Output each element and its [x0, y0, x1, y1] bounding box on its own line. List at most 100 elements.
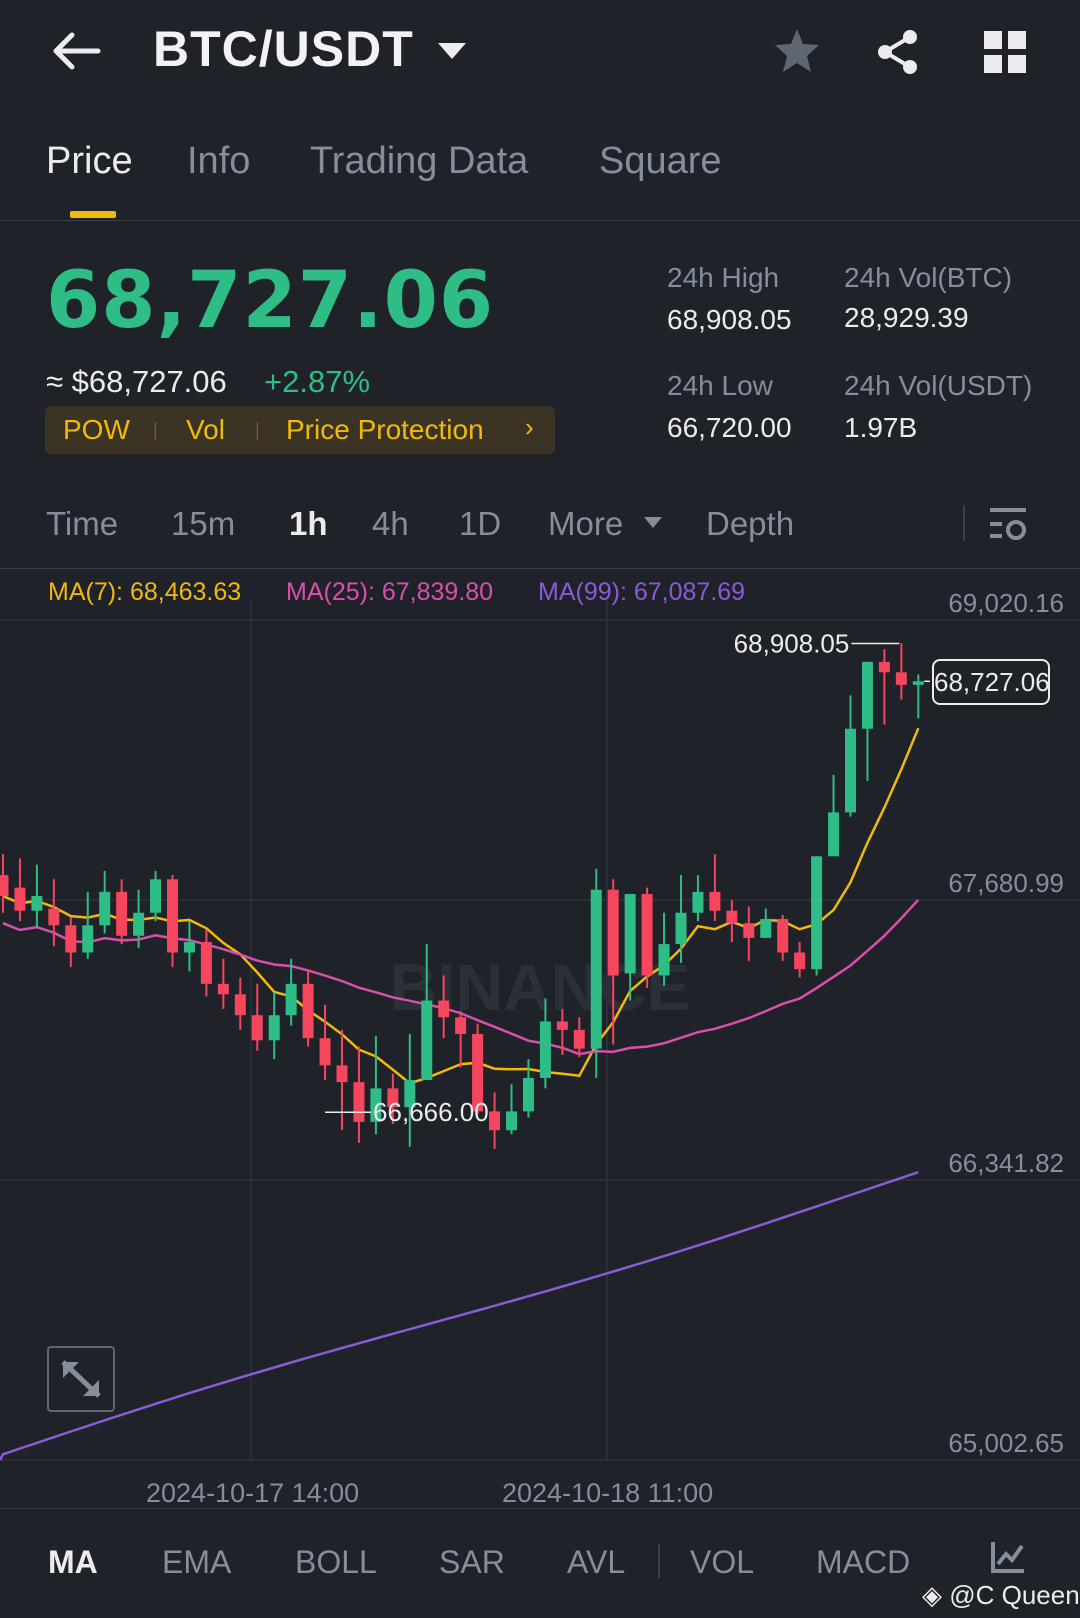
- indicator-chart-icon[interactable]: [990, 1540, 1026, 1579]
- candle-body: [506, 1111, 517, 1131]
- tf-1h[interactable]: 1h: [289, 505, 328, 543]
- candle-body: [641, 893, 653, 976]
- candlestick-chart[interactable]: BINANCE 68,908.0566,666.00: [0, 600, 1080, 1480]
- tf-more[interactable]: More: [548, 505, 623, 543]
- candle-body: [116, 891, 128, 936]
- watermark-credit: ◈ @C Queen: [922, 1580, 1080, 1610]
- tab-info[interactable]: Info: [187, 140, 250, 183]
- tf-depth[interactable]: Depth: [706, 505, 794, 543]
- back-button[interactable]: [48, 28, 102, 74]
- candle-body: [302, 983, 314, 1039]
- tf-1d[interactable]: 1D: [459, 505, 501, 543]
- indicator-separator: [658, 1544, 660, 1578]
- pair-title[interactable]: BTC/USDT: [153, 20, 414, 78]
- stat-volbtc-label: 24h Vol(BTC): [844, 262, 1013, 293]
- bottom-divider: [0, 1508, 1080, 1509]
- candle-body: [607, 889, 619, 976]
- candle-body: [522, 1077, 534, 1112]
- candle-body: [573, 1029, 585, 1049]
- high-marker-label: 68,908.05: [734, 628, 850, 658]
- candle-body: [217, 983, 229, 995]
- stat-low-label: 24h Low: [667, 370, 773, 401]
- candle-body: [912, 681, 924, 685]
- candle-body: [65, 925, 77, 953]
- candle-body: [353, 1082, 365, 1122]
- tf-separator: [963, 505, 965, 541]
- candle-body: [455, 1017, 467, 1035]
- y-tick-label: 65,002.65: [948, 1428, 1064, 1458]
- stat-low-value: 66,720.00: [667, 412, 792, 443]
- indicator-macd[interactable]: MACD: [816, 1544, 910, 1581]
- tab-trading-data[interactable]: Trading Data: [310, 140, 528, 183]
- candle-body: [556, 1021, 568, 1030]
- candle-body: [539, 1021, 551, 1078]
- candle-body: [743, 923, 755, 938]
- timeframe-divider: [0, 568, 1080, 569]
- indicator-boll[interactable]: BOLL: [295, 1544, 377, 1581]
- candle-body: [14, 887, 26, 911]
- candle-body: [133, 912, 145, 936]
- y-tick-label: 67,680.99: [948, 868, 1064, 898]
- tag-separator: |: [153, 420, 158, 440]
- indicator-ema[interactable]: EMA: [162, 1544, 231, 1581]
- tf-4h[interactable]: 4h: [372, 505, 409, 543]
- low-marker-label: 66,666.00: [373, 1097, 489, 1127]
- candle-body: [421, 1000, 433, 1081]
- candle-body: [709, 891, 721, 911]
- candle-body: [251, 1015, 263, 1041]
- tag-pow[interactable]: POW: [63, 414, 130, 446]
- candle-body: [861, 661, 873, 729]
- x-tick-label: 2024-10-17 14:00: [146, 1478, 360, 1508]
- tf-15m[interactable]: 15m: [171, 505, 235, 543]
- candle-body: [268, 1015, 280, 1041]
- candle-body: [794, 952, 806, 970]
- indicator-ma[interactable]: MA: [48, 1544, 98, 1581]
- tag-vol[interactable]: Vol: [186, 414, 225, 446]
- last-price-tag: 68,727.06: [932, 659, 1050, 705]
- candle-body: [845, 728, 856, 813]
- fullscreen-button[interactable]: [47, 1346, 115, 1412]
- candle-body: [319, 1038, 331, 1066]
- pair-dropdown-icon[interactable]: [436, 40, 468, 67]
- stat-volusdt-value: 1.97B: [844, 412, 918, 443]
- candle-body: [438, 1000, 450, 1018]
- tab-price[interactable]: Price: [46, 140, 133, 183]
- candle-body: [777, 919, 789, 953]
- last-price: 68,727.06: [46, 256, 495, 346]
- share-icon[interactable]: [874, 28, 922, 81]
- candle-body: [624, 893, 636, 974]
- last-price-tag-text: 68,727.06: [934, 667, 1050, 697]
- tf-time[interactable]: Time: [46, 505, 118, 543]
- tags-pill[interactable]: POW | Vol | Price Protection ›: [45, 406, 555, 454]
- active-tab-indicator: [70, 211, 116, 218]
- indicator-sar[interactable]: SAR: [439, 1544, 505, 1581]
- expand-icon: [61, 1360, 101, 1398]
- change-percent: +2.87%: [264, 364, 371, 399]
- candle-body: [31, 896, 43, 911]
- candle-body: [183, 942, 195, 953]
- candle-body: [489, 1111, 501, 1131]
- candle-body: [200, 942, 212, 984]
- chart-settings-icon[interactable]: [990, 506, 1028, 547]
- indicator-vol[interactable]: VOL: [690, 1544, 754, 1581]
- tab-square[interactable]: Square: [599, 140, 722, 183]
- indicator-avl[interactable]: AVL: [567, 1544, 625, 1581]
- chevron-right-icon: ›: [525, 412, 534, 442]
- tabs-divider: [0, 220, 1080, 221]
- stat-volusdt-label: 24h Vol(USDT): [844, 370, 1033, 401]
- y-tick-label: 66,341.82: [948, 1148, 1064, 1178]
- grid-menu-icon[interactable]: [984, 31, 1026, 78]
- candle-body: [675, 912, 687, 945]
- more-dropdown-icon[interactable]: [643, 516, 663, 535]
- y-tick-label: 69,020.16: [948, 588, 1064, 618]
- candle-body: [828, 812, 840, 857]
- stat-high-label: 24h High: [667, 262, 780, 293]
- candle-body: [878, 661, 890, 673]
- candle-body: [0, 875, 9, 897]
- candle-body: [895, 672, 907, 685]
- favorite-star-icon[interactable]: [772, 26, 822, 81]
- fiat-price: ≈ $68,727.06: [46, 364, 227, 399]
- stat-high-value: 68,908.05: [667, 304, 792, 335]
- tag-price-protection[interactable]: Price Protection: [286, 414, 484, 446]
- candle-body: [811, 856, 823, 970]
